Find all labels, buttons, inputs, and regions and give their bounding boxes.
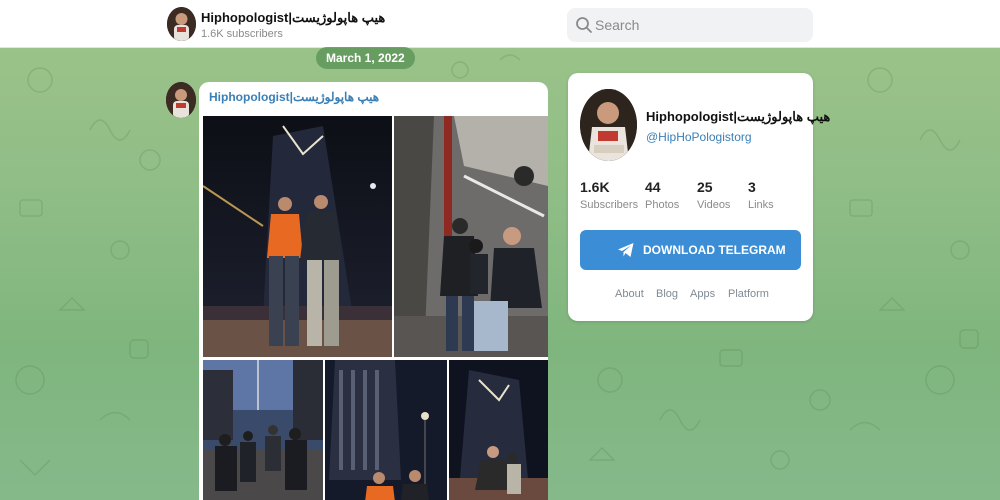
footer-link-blog[interactable]: Blog — [656, 288, 678, 300]
search-icon — [576, 17, 592, 33]
stat-value: 1.6K — [580, 179, 610, 195]
post-photo-1[interactable] — [203, 116, 392, 357]
stat-value: 25 — [697, 179, 713, 195]
footer-link-platform[interactable]: Platform — [728, 288, 769, 300]
channel-title[interactable]: Hiphopologist|هیپ هاپولوژیست — [201, 10, 385, 26]
post-author-avatar[interactable] — [166, 82, 196, 118]
download-telegram-label: DOWNLOAD TELEGRAM — [643, 243, 786, 257]
channel-post: Hiphopologist|هیپ هاپولوژیست — [199, 82, 548, 500]
date-separator: March 1, 2022 — [316, 47, 415, 69]
telegram-plane-icon — [618, 243, 634, 257]
search-box[interactable] — [567, 8, 813, 42]
channel-subscriber-count: 1.6K subscribers — [201, 28, 283, 40]
stat-label: Photos — [645, 199, 680, 211]
channel-card-avatar[interactable] — [580, 89, 637, 161]
channel-avatar[interactable] — [167, 7, 196, 41]
top-header-bar: Hiphopologist|هیپ هاپولوژیست 1.6K subscr… — [0, 0, 1000, 48]
stat-subscribers: 1.6K Subscribers — [580, 179, 638, 211]
stat-photos[interactable]: 44 Photos — [645, 179, 679, 211]
stat-label: Subscribers — [580, 199, 639, 211]
stat-videos[interactable]: 25 Videos — [697, 179, 730, 211]
stat-value: 3 — [748, 179, 756, 195]
post-photo-5[interactable] — [449, 360, 548, 500]
stat-label: Links — [748, 199, 774, 211]
stat-value: 44 — [645, 179, 661, 195]
post-photo-2[interactable] — [394, 116, 548, 357]
stat-label: Videos — [697, 199, 731, 211]
post-author-name[interactable]: Hiphopologist|هیپ هاپولوژیست — [209, 90, 379, 104]
download-telegram-button[interactable]: DOWNLOAD TELEGRAM — [580, 230, 801, 270]
stat-links[interactable]: 3 Links — [748, 179, 774, 211]
footer-link-apps[interactable]: Apps — [690, 288, 715, 300]
search-input[interactable] — [595, 8, 805, 42]
channel-handle-link[interactable]: @HipHoPologistorg — [646, 130, 752, 144]
channel-info-card: Hiphopologist|هیپ هاپولوژیست @HipHoPolog… — [568, 73, 830, 321]
footer-link-about[interactable]: About — [615, 288, 644, 300]
channel-card-title: Hiphopologist|هیپ هاپولوژیست — [646, 109, 831, 124]
post-photo-4[interactable] — [325, 360, 447, 500]
post-photo-3[interactable] — [203, 360, 323, 500]
